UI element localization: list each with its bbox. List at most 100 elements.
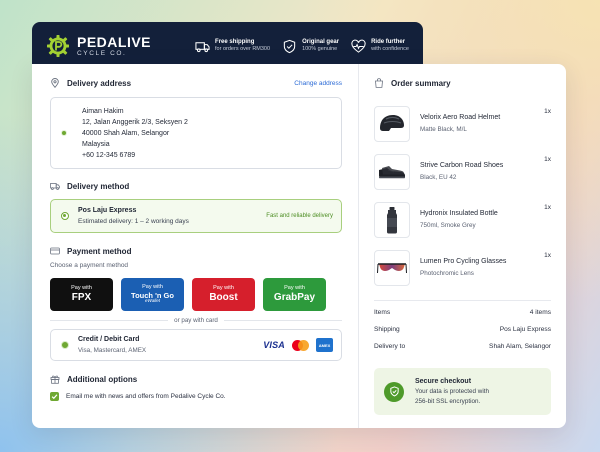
item-name: Hydronix Insulated Bottle: [420, 210, 498, 217]
summary-row-delivery-to: Delivery to Shah Alam, Selangor: [374, 338, 551, 355]
location-pin-icon: [51, 78, 59, 88]
order-item[interactable]: Hydronix Insulated Bottle 750ml, Smoke G…: [374, 196, 551, 244]
card-option-title: Credit / Debit Card: [78, 336, 140, 343]
section-title: Order summary: [391, 78, 451, 88]
summary-rows: Items 4 items Shipping Pos Laju Express …: [374, 304, 551, 355]
delivery-radio-selected[interactable]: [61, 212, 69, 220]
checkout-form: Delivery address Change address Aiman Ha…: [32, 64, 359, 428]
item-variant: 750ml, Smoke Grey: [420, 222, 476, 229]
delivery-address-header: Delivery address Change address: [50, 78, 342, 88]
pay-method-name: Boost: [209, 291, 238, 303]
truck-icon: [195, 41, 210, 52]
address-line: 40000 Shah Alam, Selangor: [82, 129, 170, 137]
delivery-option-pos-laju[interactable]: Pos Laju Express Estimated delivery: 1 –…: [50, 199, 342, 233]
visa-logo: VISA: [263, 340, 285, 350]
gear-logo-icon: [47, 35, 69, 57]
truck-icon: [50, 183, 60, 190]
order-items: Velorix Aero Road Helmet Matte Black, M/…: [374, 100, 551, 292]
card-radio[interactable]: [61, 341, 69, 349]
address-card[interactable]: Aiman Hakim 12, Jalan Anggerik 2/3, Seks…: [50, 97, 342, 169]
divider-line: [223, 320, 342, 321]
helmet-icon: [380, 115, 404, 131]
pay-touchngo-button[interactable]: Pay with Touch 'n Go eWallet: [121, 278, 184, 311]
card-brand-logos: VISA AMEX: [263, 338, 333, 352]
item-thumbnail: [374, 202, 410, 238]
pay-method-name: GrabPay: [273, 291, 316, 303]
address-line: Aiman Hakim: [82, 107, 124, 115]
card-payment-option[interactable]: Credit / Debit Card Visa, Mastercard, AM…: [50, 329, 342, 361]
checkout-card: Delivery address Change address Aiman Ha…: [32, 64, 566, 428]
perk-ride-further: Ride further with confidence: [351, 39, 409, 54]
item-quantity: 1x: [544, 204, 551, 211]
shield-icon: [384, 381, 404, 402]
checkmark-icon: [51, 394, 58, 400]
heart-pulse-icon: [351, 39, 366, 53]
section-title: Delivery method: [67, 181, 130, 191]
newsletter-checkbox[interactable]: [50, 392, 59, 401]
order-item[interactable]: Lumen Pro Cycling Glasses Photochromic L…: [374, 244, 551, 292]
summary-value: Pos Laju Express: [499, 326, 551, 333]
section-title: Payment method: [67, 246, 132, 256]
delivery-option-title: Pos Laju Express: [78, 207, 137, 214]
additional-options-header: Additional options: [50, 374, 342, 384]
amex-logo: AMEX: [316, 338, 333, 352]
item-thumbnail: [374, 250, 410, 286]
item-name: Velorix Aero Road Helmet: [420, 114, 501, 121]
perk-subtitle: with confidence: [371, 46, 409, 53]
item-thumbnail: [374, 106, 410, 142]
order-summary-header: Order summary: [374, 78, 551, 88]
secure-title: Secure checkout: [415, 377, 472, 385]
ewallet-options: Pay with FPX Pay with Touch 'n Go eWalle…: [50, 278, 342, 311]
payment-subheading: Choose a payment method: [50, 262, 129, 269]
pay-grabpay-button[interactable]: Pay with GrabPay: [263, 278, 326, 311]
item-quantity: 1x: [544, 108, 551, 115]
pay-with-label: Pay with: [284, 284, 305, 291]
or-divider: or pay with card: [50, 317, 342, 324]
mastercard-logo-icon: [292, 339, 309, 351]
order-item[interactable]: Strive Carbon Road Shoes Black, EU 42 1x: [374, 148, 551, 196]
order-item[interactable]: Velorix Aero Road Helmet Matte Black, M/…: [374, 100, 551, 148]
bottle-icon: [387, 207, 397, 234]
item-name: Lumen Pro Cycling Glasses: [420, 258, 507, 265]
header-bar: PEDALIVE CYCLE CO. Free shipping for ord…: [32, 22, 423, 70]
shopping-bag-icon: [375, 78, 383, 88]
payment-method-header: Payment method: [50, 246, 342, 256]
pay-fpx-button[interactable]: Pay with FPX: [50, 278, 113, 311]
gift-icon: [50, 375, 60, 384]
perk-original-gear: Original gear 100% genuine: [282, 39, 339, 54]
summary-label: Delivery to: [374, 343, 406, 350]
brand-tagline: CYCLE CO.: [77, 49, 127, 57]
order-summary: Order summary Velorix Aero Road Helmet M…: [359, 64, 566, 428]
address-line: 12, Jalan Anggerik 2/3, Seksyen 2: [82, 118, 188, 126]
summary-label: Shipping: [374, 326, 400, 333]
perk-title: Ride further: [371, 39, 406, 46]
summary-value: Shah Alam, Selangor: [489, 343, 551, 350]
secure-line: Your data is protected with: [415, 387, 489, 395]
item-quantity: 1x: [544, 156, 551, 163]
pay-method-mini: eWallet: [145, 297, 160, 303]
address-line: Malaysia: [82, 140, 110, 148]
perk-subtitle: for orders over RM300: [215, 46, 271, 53]
credit-card-icon: [50, 247, 60, 255]
pay-boost-button[interactable]: Pay with Boost: [192, 278, 255, 311]
delivery-tag: Fast and reliable delivery: [266, 213, 333, 219]
address-line: +60 12-345 6789: [82, 151, 136, 159]
perk-title: Free shipping: [215, 39, 255, 46]
newsletter-label: Email me with news and offers from Pedal…: [66, 393, 226, 400]
section-title: Additional options: [67, 374, 138, 384]
item-quantity: 1x: [544, 252, 551, 259]
card-option-subtitle: Visa, Mastercard, AMEX: [78, 347, 147, 354]
address-lines: Aiman Hakim 12, Jalan Anggerik 2/3, Seks…: [82, 106, 188, 161]
shoe-icon: [379, 166, 405, 179]
brand-logo[interactable]: PEDALIVE CYCLE CO.: [46, 34, 151, 58]
delivery-estimate: Estimated delivery: 1 – 2 working days: [78, 218, 189, 225]
change-address-link[interactable]: Change address: [294, 80, 342, 87]
item-variant: Black, EU 42: [420, 174, 457, 181]
item-thumbnail: [374, 154, 410, 190]
newsletter-option[interactable]: Email me with news and offers from Pedal…: [50, 392, 342, 401]
address-selected-indicator: [61, 130, 67, 136]
or-label: or pay with card: [174, 317, 218, 324]
pay-method-name: FPX: [71, 291, 92, 303]
pay-with-label: Pay with: [213, 284, 234, 291]
summary-row-shipping: Shipping Pos Laju Express: [374, 321, 551, 338]
